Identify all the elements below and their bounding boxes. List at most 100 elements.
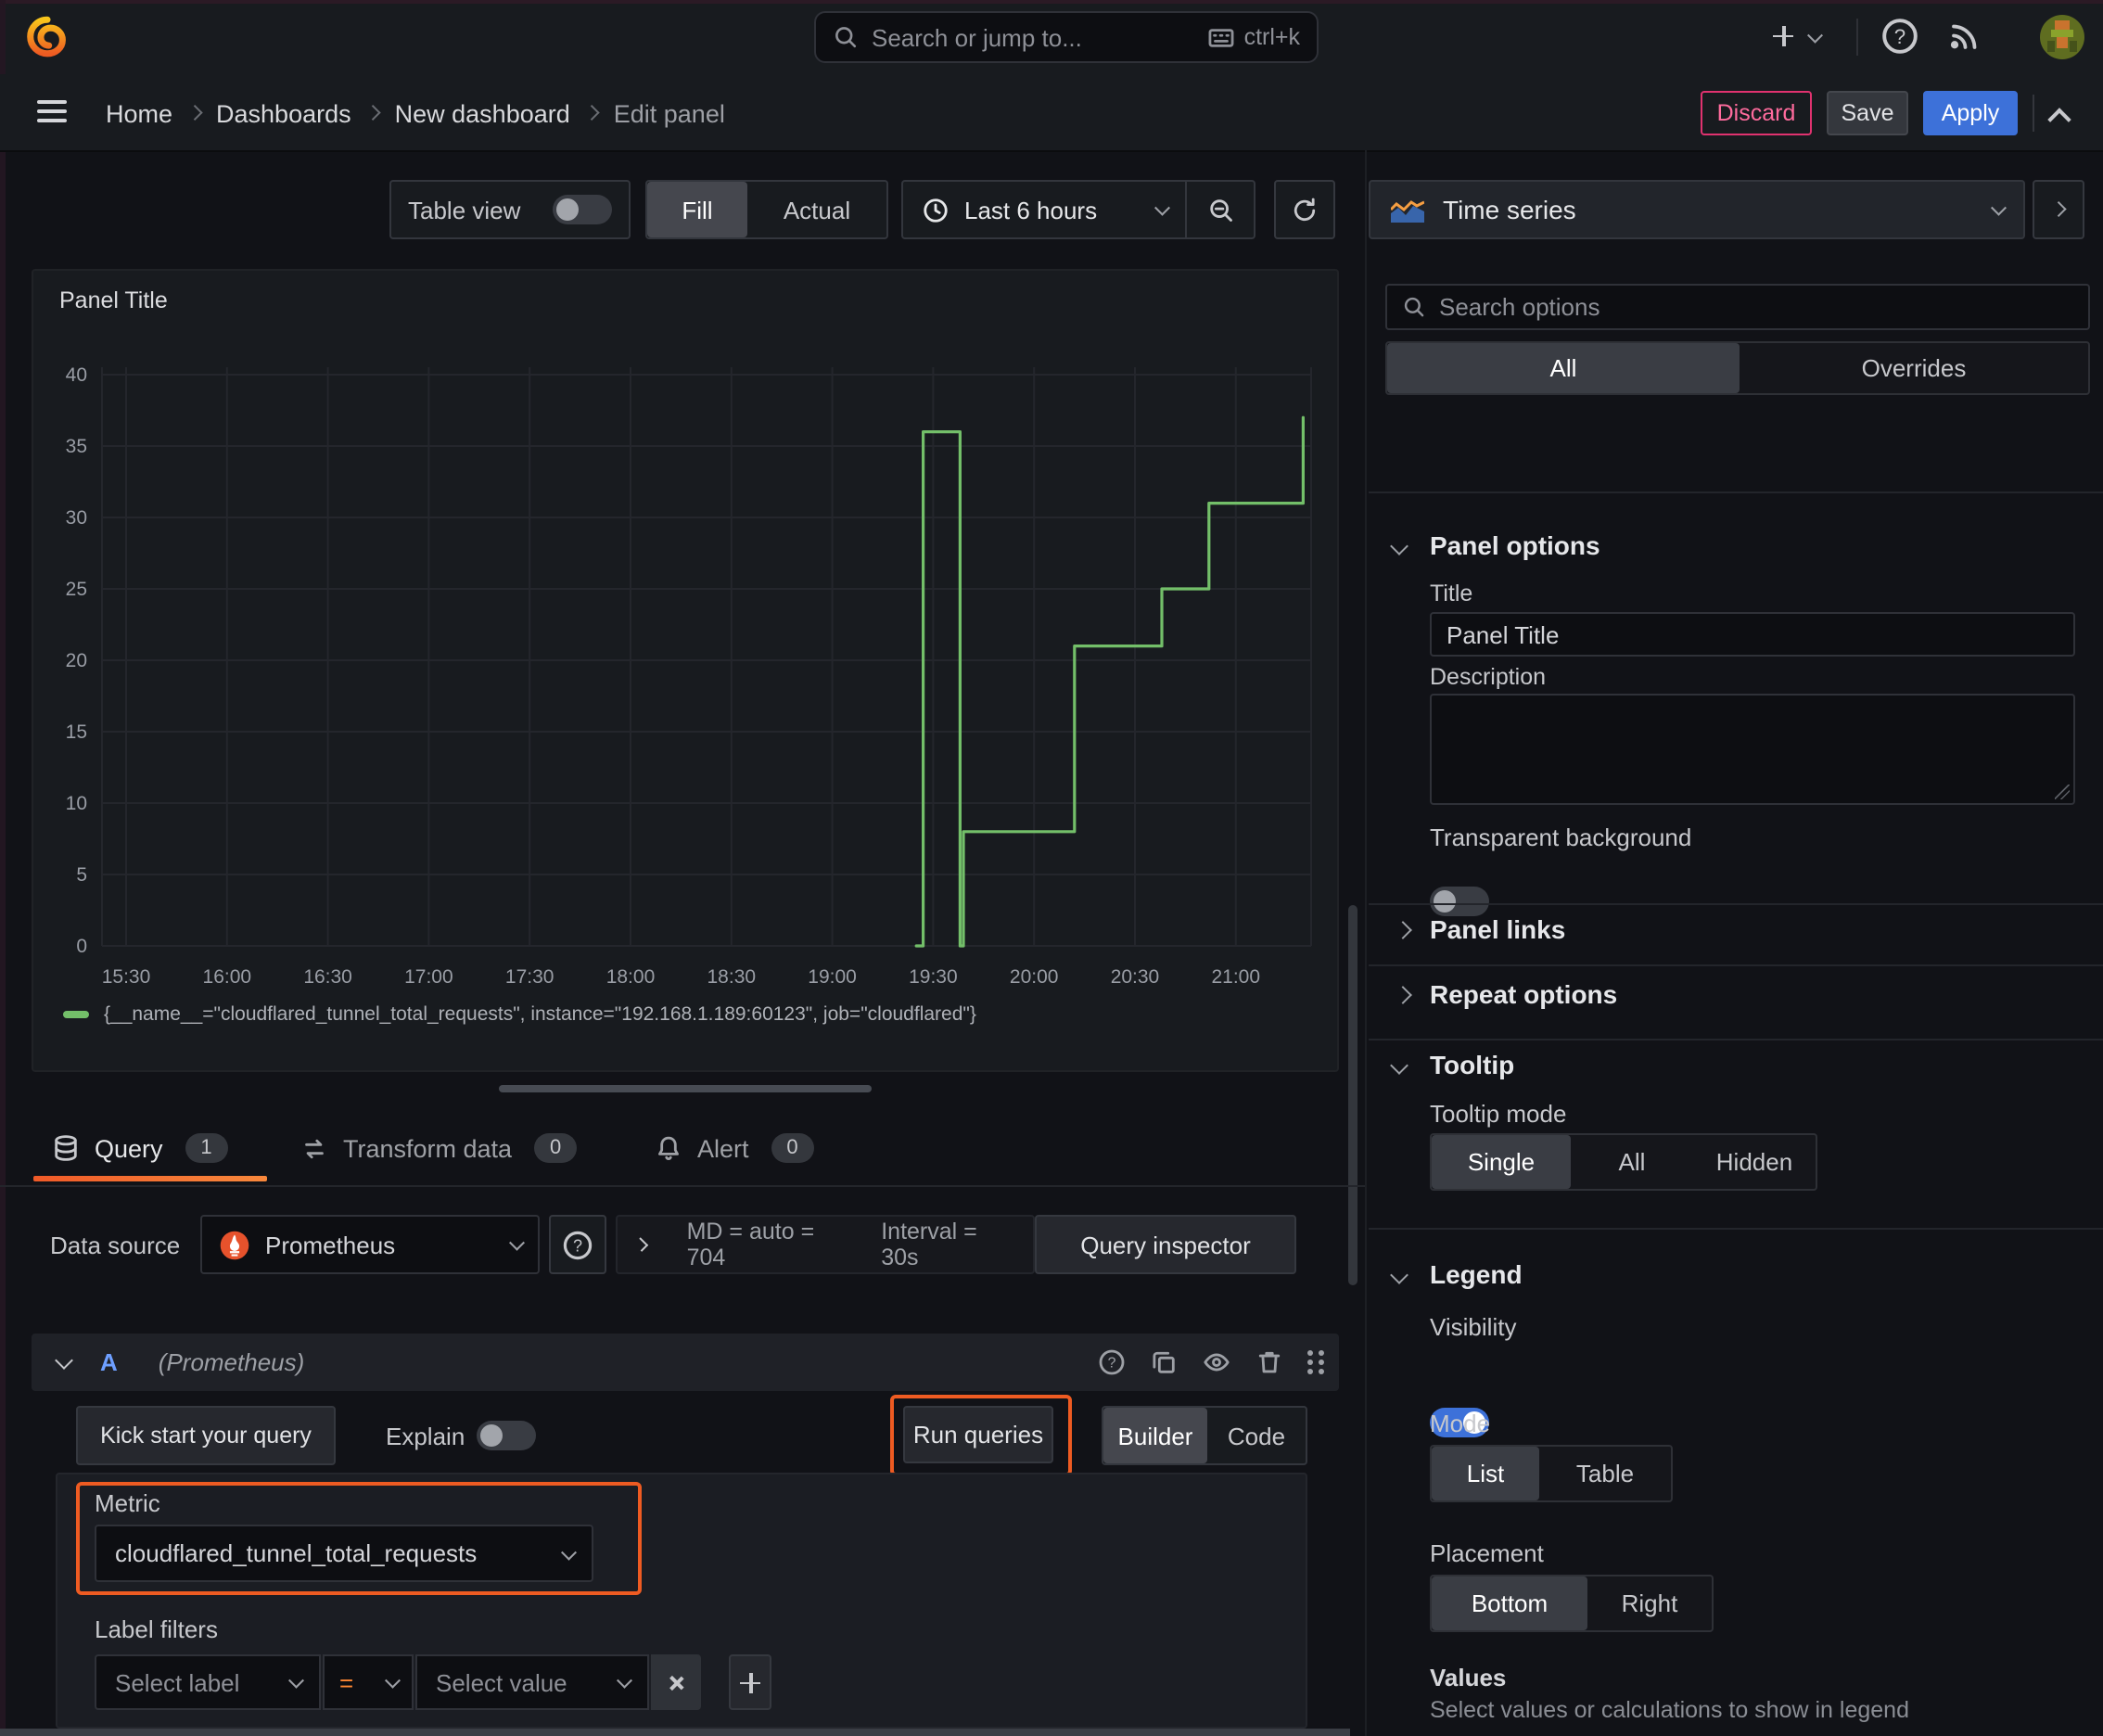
svg-text:19:00: 19:00: [808, 966, 857, 988]
horizontal-scrollbar[interactable]: [0, 1729, 1350, 1736]
duplicate-icon[interactable]: [1150, 1348, 1178, 1376]
datasource-help-button[interactable]: ?: [549, 1215, 606, 1274]
fill-option[interactable]: Fill: [647, 182, 747, 237]
avatar[interactable]: [2040, 15, 2084, 59]
tab-options-overrides[interactable]: Overrides: [1740, 343, 2088, 393]
panel-links-header[interactable]: Panel links: [1430, 914, 1565, 944]
panel-resize-handle[interactable]: [499, 1085, 872, 1092]
svg-text:20: 20: [66, 650, 87, 671]
new-button[interactable]: [1773, 15, 1823, 59]
chevron-down-icon: [560, 1544, 576, 1559]
datasource-select[interactable]: Prometheus: [200, 1215, 540, 1274]
resize-handle-icon[interactable]: [2055, 785, 2070, 799]
tab-query-underline: [33, 1176, 267, 1181]
eye-icon[interactable]: [1202, 1348, 1231, 1376]
query-row-header[interactable]: A (Prometheus) ?: [32, 1334, 1339, 1391]
tab-transform[interactable]: Transform data 0: [300, 1128, 578, 1168]
legend-series-label[interactable]: {__name__="cloudflared_tunnel_total_requ…: [104, 1003, 976, 1026]
remove-filter-button[interactable]: [651, 1654, 701, 1710]
tab-options-all[interactable]: All: [1387, 343, 1740, 393]
legend-header[interactable]: Legend: [1430, 1259, 1523, 1289]
filter-operator-select[interactable]: =: [323, 1654, 414, 1710]
tooltip-all-option[interactable]: All: [1571, 1135, 1693, 1189]
zoom-out-button[interactable]: [1187, 182, 1254, 237]
description-textarea[interactable]: [1430, 694, 2075, 805]
tab-query-count: 1: [185, 1133, 228, 1163]
global-search-input[interactable]: Search or jump to... ctrl+k: [814, 11, 1319, 63]
apply-button[interactable]: Apply: [1923, 91, 2018, 135]
chevron-right-icon[interactable]: [1394, 921, 1412, 939]
query-inspector-button[interactable]: Query inspector: [1035, 1215, 1296, 1274]
grafana-edit-panel-page: Search or jump to... ctrl+k ? Home Dashb…: [0, 0, 2103, 1736]
panel-title-input[interactable]: Panel Title: [1430, 612, 2075, 657]
menu-toggle-icon[interactable]: [37, 99, 67, 104]
zoom-out-icon: [1209, 198, 1231, 221]
tab-query[interactable]: Query 1: [52, 1128, 228, 1168]
tooltip-header[interactable]: Tooltip: [1430, 1050, 1514, 1079]
breadcrumb-home[interactable]: Home: [106, 99, 172, 127]
viz-picker-select[interactable]: Time series: [1369, 180, 2025, 239]
window-left-edge: [0, 0, 6, 1736]
svg-text:17:30: 17:30: [505, 966, 554, 988]
viz-picker-value: Time series: [1443, 195, 1576, 224]
svg-text:5: 5: [76, 864, 87, 886]
viz-suggestions-button[interactable]: [2033, 180, 2084, 239]
metric-select[interactable]: cloudflared_tunnel_total_requests: [95, 1525, 593, 1582]
chart-legend: {__name__="cloudflared_tunnel_total_requ…: [63, 1002, 976, 1028]
actual-option[interactable]: Actual: [747, 182, 886, 237]
breadcrumb-new-dashboard[interactable]: New dashboard: [395, 99, 570, 127]
close-icon: [668, 1674, 684, 1691]
vertical-scrollbar[interactable]: [1348, 905, 1357, 1285]
help-icon[interactable]: ?: [1098, 1348, 1126, 1376]
tab-alert-label: Alert: [697, 1134, 749, 1162]
drag-handle-icon[interactable]: [1307, 1350, 1313, 1356]
chevron-right-icon[interactable]: [1394, 986, 1412, 1004]
stats-max-datapoints: MD = auto = 704: [686, 1219, 815, 1270]
repeat-options-header[interactable]: Repeat options: [1430, 979, 1617, 1009]
svg-text:?: ?: [1894, 25, 1905, 48]
chevron-down-icon[interactable]: [1390, 1266, 1408, 1284]
explain-toggle[interactable]: [477, 1421, 536, 1450]
legend-swatch[interactable]: [63, 1011, 89, 1018]
options-search-input[interactable]: Search options: [1385, 284, 2090, 330]
trash-icon[interactable]: [1255, 1348, 1283, 1376]
placement-right-option[interactable]: Right: [1587, 1576, 1712, 1630]
panel-card: Panel Title 15:30 16:00 16:30 17:00 17:30 18:…: [32, 269, 1339, 1072]
placement-bottom-option[interactable]: Bottom: [1432, 1576, 1587, 1630]
code-option[interactable]: Code: [1207, 1408, 1306, 1463]
chevron-right-icon[interactable]: [633, 1237, 648, 1252]
refresh-button[interactable]: [1274, 180, 1335, 239]
tab-alert[interactable]: Alert 0: [655, 1128, 814, 1168]
news-button[interactable]: [1947, 17, 1984, 54]
tooltip-single-option[interactable]: Single: [1432, 1135, 1571, 1189]
svg-text:15:30: 15:30: [102, 966, 151, 988]
svg-text:16:00: 16:00: [203, 966, 252, 988]
discard-button[interactable]: Discard: [1701, 91, 1812, 135]
run-queries-button[interactable]: Run queries: [903, 1406, 1053, 1463]
collapse-query-icon[interactable]: [55, 1350, 73, 1369]
grafana-logo[interactable]: [24, 13, 70, 63]
filter-value-select[interactable]: Select value: [415, 1654, 649, 1710]
help-button[interactable]: ?: [1880, 17, 1919, 56]
editor-tabs-border: [0, 1185, 1365, 1187]
transparent-bg-toggle[interactable]: [1430, 887, 1489, 916]
table-view-toggle[interactable]: [553, 195, 612, 224]
breadcrumb-dashboards[interactable]: Dashboards: [216, 99, 351, 127]
legend-table-option[interactable]: Table: [1539, 1447, 1671, 1500]
kickstart-query-button[interactable]: Kick start your query: [76, 1406, 336, 1465]
breadcrumb-current: Edit panel: [613, 99, 725, 127]
chevron-right-icon: [2051, 202, 2066, 217]
builder-option[interactable]: Builder: [1103, 1408, 1207, 1463]
chevron-down-icon[interactable]: [1390, 537, 1408, 555]
tooltip-mode-label: Tooltip mode: [1430, 1100, 1567, 1128]
save-button[interactable]: Save: [1827, 91, 1908, 135]
transform-icon: [305, 1138, 324, 1158]
tooltip-hidden-option[interactable]: Hidden: [1693, 1135, 1816, 1189]
legend-list-option[interactable]: List: [1432, 1447, 1539, 1500]
panel-options-header[interactable]: Panel options: [1430, 530, 1600, 560]
filter-label-select[interactable]: Select label: [95, 1654, 321, 1710]
chevron-down-icon[interactable]: [1390, 1056, 1408, 1075]
timeseries-chart[interactable]: 15:30 16:00 16:30 17:00 17:30 18:00 18:30 19:00…: [33, 271, 1337, 1070]
time-range-button[interactable]: Last 6 hours: [903, 182, 1185, 237]
add-filter-button[interactable]: [729, 1654, 771, 1710]
